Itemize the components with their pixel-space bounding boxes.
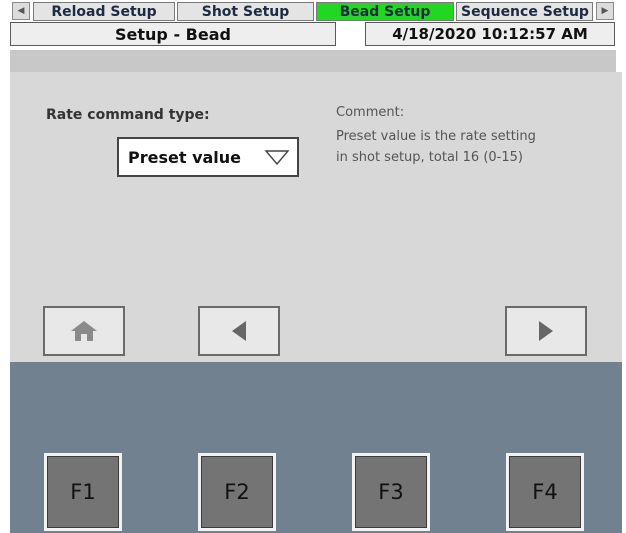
previous-button[interactable] [198, 306, 280, 356]
tab-shot-setup[interactable]: Shot Setup [177, 2, 314, 21]
datetime-display: 4/18/2020 10:12:57 AM [365, 22, 615, 46]
f3-label: F3 [378, 480, 404, 504]
chevron-right-icon: ▶ [601, 6, 609, 16]
chevron-left-icon: ◀ [17, 6, 25, 16]
tab-label: Sequence Setup [461, 3, 589, 20]
tab-reload-setup[interactable]: Reload Setup [33, 2, 175, 21]
comment-line: Preset value is the rate setting [336, 129, 536, 144]
f4-label: F4 [532, 480, 558, 504]
datetime-text: 4/18/2020 10:12:57 AM [392, 25, 588, 43]
comment-heading: Comment: [336, 105, 405, 120]
rate-command-label: Rate command type: [46, 107, 210, 123]
chevron-down-icon [264, 150, 290, 166]
tab-label: Reload Setup [51, 3, 157, 20]
comment-text: Preset value is the rate setting in shot… [336, 126, 586, 168]
home-icon [71, 321, 97, 341]
rate-command-dropdown[interactable]: Preset value [117, 137, 299, 177]
tab-scroll-left-button[interactable]: ◀ [12, 2, 30, 20]
tab-label: Bead Setup [339, 3, 431, 20]
f1-label: F1 [70, 480, 96, 504]
home-button[interactable] [43, 306, 125, 356]
f1-key[interactable]: F1 [44, 453, 122, 531]
triangle-left-icon [232, 321, 246, 341]
tab-sequence-setup[interactable]: Sequence Setup [456, 2, 593, 21]
tab-bar [10, 50, 616, 72]
screen-title: Setup - Bead [10, 22, 336, 46]
next-button[interactable] [505, 306, 587, 356]
f3-key[interactable]: F3 [352, 453, 430, 531]
rate-command-value: Preset value [128, 147, 242, 167]
screen-title-text: Setup - Bead [115, 24, 231, 44]
f4-key[interactable]: F4 [506, 453, 584, 531]
tab-label: Shot Setup [201, 3, 290, 20]
f2-label: F2 [224, 480, 250, 504]
comment-line: in shot setup, total 16 (0-15) [336, 150, 523, 165]
f2-key[interactable]: F2 [198, 453, 276, 531]
tab-bead-setup[interactable]: Bead Setup [316, 2, 454, 21]
tab-scroll-right-button[interactable]: ▶ [596, 2, 614, 20]
triangle-right-icon [539, 321, 553, 341]
